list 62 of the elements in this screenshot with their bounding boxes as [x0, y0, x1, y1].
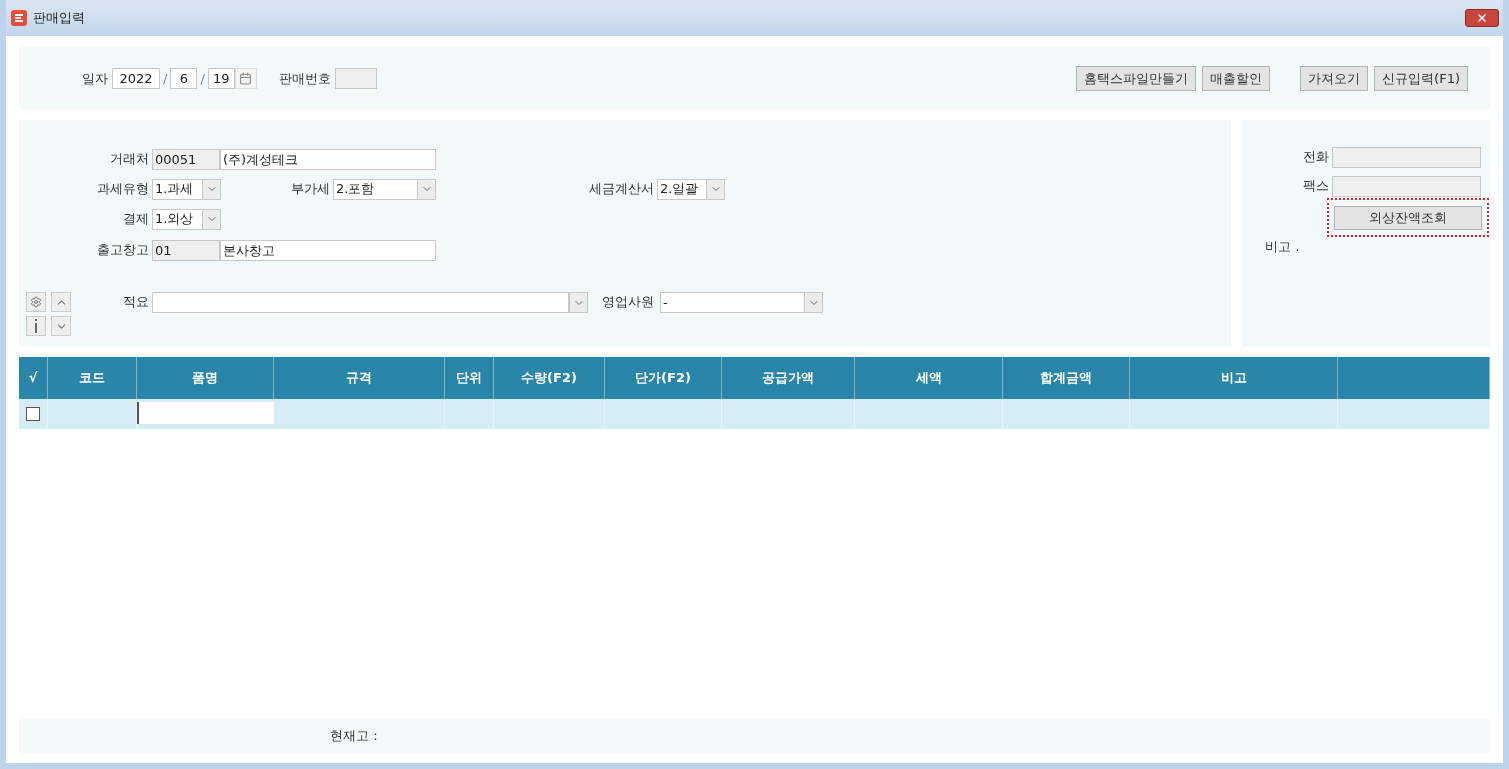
input-field[interactable]: 01: [152, 239, 220, 261]
column-header: √: [19, 357, 48, 399]
input-field[interactable]: [137, 402, 274, 424]
chevron-down-icon: [804, 293, 822, 312]
date-separator: /: [200, 69, 205, 88]
chevron-up-icon[interactable]: [51, 292, 71, 312]
chevron-down-icon: [706, 179, 724, 199]
toolbar-button[interactable]: 가져오기: [1300, 66, 1369, 91]
row-checkbox[interactable]: [26, 407, 40, 421]
settings-icon[interactable]: [26, 292, 46, 312]
stock-label: 현재고 :: [330, 727, 378, 746]
column-header: 규격: [274, 357, 445, 399]
field-label: 전화: [1302, 148, 1330, 167]
column-header: 코드: [48, 357, 137, 399]
column-header: 단위: [445, 357, 494, 399]
column-header: 합계금액: [1003, 357, 1130, 399]
input-field[interactable]: 6: [170, 68, 198, 89]
input-field[interactable]: 본사창고: [220, 239, 436, 261]
column-header: 품명: [137, 357, 274, 399]
field-label: 영업사원: [601, 293, 655, 311]
dropdown[interactable]: 1.과세: [152, 178, 221, 200]
field-label: 거래처: [109, 150, 150, 169]
dropdown[interactable]: 1.외상: [152, 208, 221, 230]
field-label: 일자: [82, 69, 108, 88]
dropdown[interactable]: 2.일괄: [657, 178, 725, 200]
column-header: 비고: [1130, 357, 1338, 399]
info-icon[interactable]: [26, 316, 46, 336]
toolbar-button[interactable]: 홈택스파일만들기: [1076, 66, 1197, 91]
input-field[interactable]: 00051: [152, 148, 220, 170]
column-header: 세액: [855, 357, 1003, 399]
column-header: 단가(F2): [605, 357, 722, 399]
date-separator: /: [163, 69, 168, 88]
column-header: 공급가액: [722, 357, 855, 399]
balance-inquiry-button[interactable]: 외상잔액조회: [1334, 205, 1482, 230]
chevron-down-icon: [202, 209, 220, 229]
field-label: 판매번호: [278, 69, 331, 88]
toolbar-button[interactable]: 매출할인: [1202, 66, 1271, 91]
input-field[interactable]: (주)계성테크: [220, 148, 436, 170]
field-label: 적요: [122, 293, 150, 311]
close-icon: [1476, 12, 1488, 24]
field-label: 출고창고: [96, 241, 150, 260]
app-logo-icon: [10, 9, 28, 27]
input-field[interactable]: 19: [207, 68, 235, 89]
toolbar-button[interactable]: 신규입력(F1): [1374, 66, 1468, 91]
field-label: 부가세: [290, 180, 331, 199]
chevron-down-icon: [417, 179, 435, 199]
dropdown[interactable]: -: [660, 292, 823, 313]
field-label: 과세유형: [96, 180, 150, 199]
chevron-down-icon[interactable]: [569, 292, 588, 313]
input-field[interactable]: 2022: [112, 68, 160, 89]
chevron-down-icon: [202, 179, 220, 199]
close-button[interactable]: [1465, 9, 1499, 27]
field-label: 팩스: [1302, 177, 1330, 196]
chevron-down-icon[interactable]: [51, 316, 71, 336]
dropdown[interactable]: 2.포함: [333, 178, 436, 200]
memo-label: 비고 .: [1265, 237, 1300, 256]
column-header: 수량(F2): [494, 357, 605, 399]
field-label: 결제: [122, 210, 150, 229]
calendar-icon[interactable]: [234, 68, 257, 89]
field-label: 세금계산서: [588, 180, 655, 199]
window-title: 판매입력: [33, 9, 85, 28]
table-cell: [445, 399, 494, 429]
